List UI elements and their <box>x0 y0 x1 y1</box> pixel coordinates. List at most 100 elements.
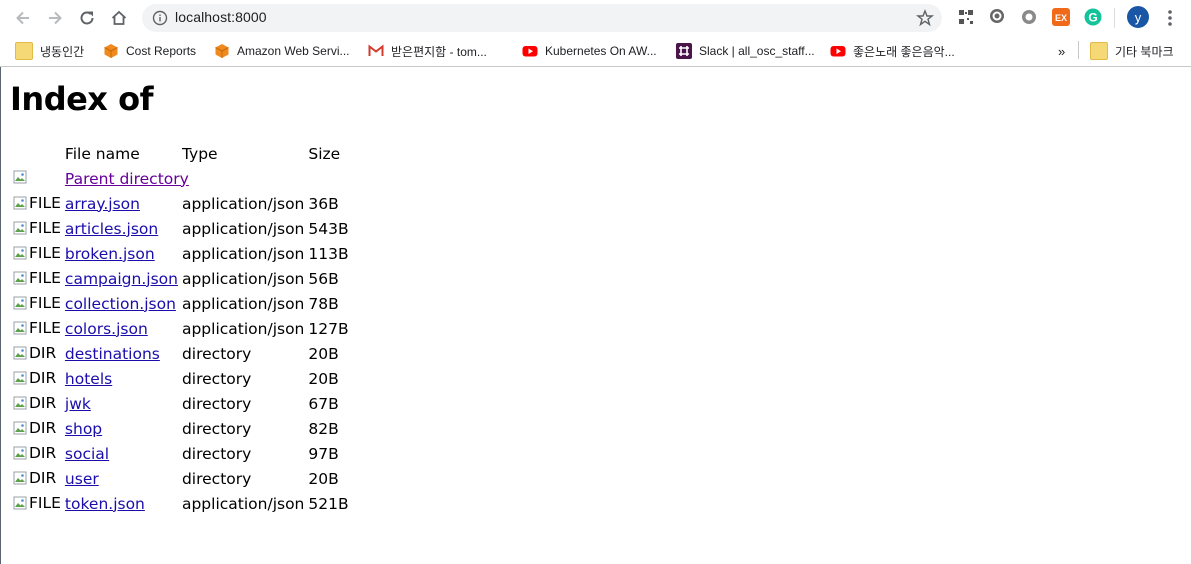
speech-bubble-icon[interactable] <box>988 8 1006 26</box>
toolbar-divider <box>1114 8 1115 28</box>
file-link[interactable]: hotels <box>65 370 112 388</box>
file-link[interactable]: colors.json <box>65 320 148 338</box>
file-link[interactable]: articles.json <box>65 220 158 238</box>
file-size: 521B <box>308 494 349 513</box>
table-header-row: File name Type Size <box>10 141 351 166</box>
image-alt-text: FILE <box>29 318 61 337</box>
parent-directory-row: Parent directory <box>10 166 351 191</box>
broken-image-icon <box>13 170 29 184</box>
table-row: DIR shop directory 82B <box>10 416 351 441</box>
file-size: 36B <box>308 194 339 213</box>
file-link[interactable]: campaign.json <box>65 270 178 288</box>
file-link[interactable]: shop <box>65 420 102 438</box>
file-type: directory <box>181 419 252 438</box>
file-link[interactable]: token.json <box>65 495 145 513</box>
qr-code-icon[interactable] <box>957 8 975 26</box>
kebab-menu-icon[interactable] <box>1164 9 1176 27</box>
file-type: directory <box>181 394 252 413</box>
file-link[interactable]: collection.json <box>65 295 176 313</box>
url-text[interactable]: localhost:8000 <box>175 9 267 25</box>
file-link[interactable]: array.json <box>65 195 140 213</box>
bookmark-item[interactable]: Kubernetes On AW... <box>522 41 657 61</box>
table-row: DIR user directory 20B <box>10 466 351 491</box>
image-alt-text: FILE <box>29 193 61 212</box>
info-icon[interactable] <box>152 10 168 26</box>
file-size: 543B <box>308 219 349 238</box>
file-listing-table: File name Type Size Parent directory FIL… <box>10 141 351 516</box>
bookmark-star-icon[interactable] <box>916 9 934 27</box>
bookmark-item[interactable]: 받은편지함 - tom... <box>368 41 487 61</box>
dir-broken-image-icon: DIR <box>13 344 56 362</box>
bookmark-label: Amazon Web Servi... <box>237 44 350 58</box>
youtube-icon <box>522 46 538 57</box>
file-broken-image-icon: FILE <box>13 244 61 262</box>
file-size: 78B <box>308 294 339 313</box>
file-size: 67B <box>308 394 339 413</box>
table-row: FILE colors.json application/json 127B <box>10 316 351 341</box>
image-alt-text: DIR <box>29 443 57 462</box>
file-link[interactable]: destinations <box>65 345 160 363</box>
file-link[interactable]: jwk <box>65 395 91 413</box>
bookmark-label: 냉동인간 <box>40 44 85 59</box>
file-type: application/json <box>181 294 305 313</box>
image-alt-text: FILE <box>29 293 61 312</box>
file-type: application/json <box>181 244 305 263</box>
file-size: 20B <box>308 369 339 388</box>
file-link[interactable]: user <box>65 470 99 488</box>
table-row: DIR social directory 97B <box>10 441 351 466</box>
file-size: 20B <box>308 469 339 488</box>
bookmark-item[interactable]: Cost Reports <box>103 41 196 61</box>
browser-toolbar: localhost:8000 EX G y <box>0 0 1191 35</box>
back-button[interactable] <box>10 5 36 31</box>
file-size: 20B <box>308 344 339 363</box>
file-type: application/json <box>181 269 305 288</box>
ex-extension-icon[interactable]: EX <box>1052 8 1070 26</box>
youtube-icon <box>830 46 846 57</box>
image-alt-text: DIR <box>29 343 57 362</box>
table-row: FILE articles.json application/json 543B <box>10 216 351 241</box>
file-link[interactable]: broken.json <box>65 245 155 263</box>
image-alt-text: FILE <box>29 243 61 262</box>
dir-broken-image-icon: DIR <box>13 394 56 412</box>
bookmark-label: Cost Reports <box>126 44 197 58</box>
file-broken-image-icon: FILE <box>13 219 61 237</box>
file-type: application/json <box>181 194 305 213</box>
file-size: 82B <box>308 419 339 438</box>
bookmark-label: 좋은노래 좋은음악... <box>853 44 955 59</box>
puzzle-gear-icon[interactable] <box>1020 8 1038 26</box>
bookmark-label: 받은편지함 - tom... <box>391 44 487 59</box>
table-row: FILE token.json application/json 521B <box>10 491 351 516</box>
bookmark-label: Slack | all_osc_staff... <box>699 44 815 58</box>
bookmarks-divider <box>1078 41 1079 59</box>
folder-icon <box>1090 42 1108 60</box>
bookmark-item[interactable]: 좋은노래 좋은음악... <box>830 41 955 61</box>
bookmark-item[interactable]: Slack | all_osc_staff... <box>676 41 815 61</box>
image-alt-text: FILE <box>29 493 61 512</box>
table-row: DIR hotels directory 20B <box>10 366 351 391</box>
file-link[interactable]: social <box>65 445 109 463</box>
page-title: Index of <box>10 80 153 118</box>
grammarly-icon[interactable]: G <box>1084 8 1102 26</box>
svg-text:G: G <box>1088 11 1097 25</box>
other-bookmarks-folder[interactable]: 기타 북마크 <box>1090 41 1174 61</box>
home-button[interactable] <box>106 5 132 31</box>
image-alt-text: DIR <box>29 468 57 487</box>
size-header: Size <box>308 144 341 163</box>
image-alt-text: FILE <box>29 268 61 287</box>
profile-avatar[interactable]: y <box>1127 6 1149 28</box>
reload-icon <box>80 11 94 25</box>
bookmarks-overflow-button[interactable]: » <box>1058 41 1065 61</box>
forward-button[interactable] <box>42 5 68 31</box>
bookmark-item[interactable]: Amazon Web Servi... <box>214 41 350 61</box>
bookmark-item[interactable]: 냉동인간 <box>15 41 84 61</box>
bookmark-label: 기타 북마크 <box>1115 44 1174 59</box>
file-broken-image-icon: FILE <box>13 494 61 512</box>
reload-button[interactable] <box>74 5 100 31</box>
table-row: DIR destinations directory 20B <box>10 341 351 366</box>
parent-directory-link[interactable]: Parent directory <box>65 170 189 188</box>
address-bar[interactable]: localhost:8000 <box>142 4 942 32</box>
file-type: directory <box>181 369 252 388</box>
home-icon <box>111 10 127 25</box>
file-broken-image-icon: FILE <box>13 294 61 312</box>
overflow-chevron-icon: » <box>1058 43 1066 59</box>
